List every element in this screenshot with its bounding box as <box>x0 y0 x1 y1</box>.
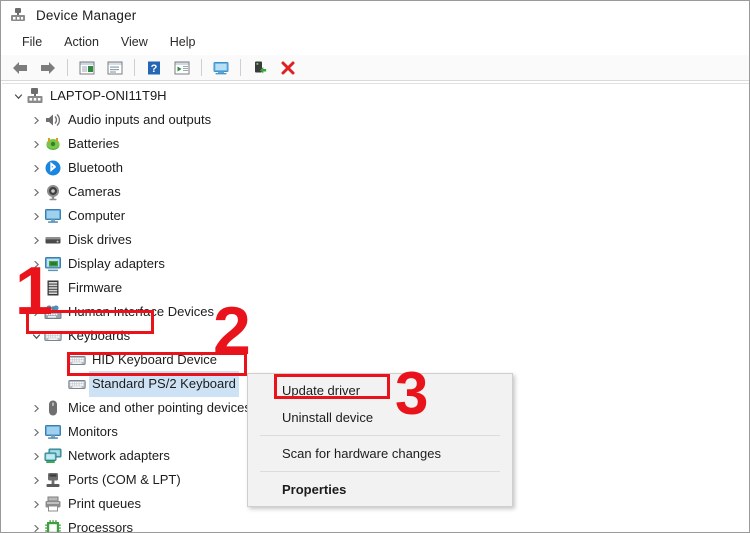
computer-root-icon <box>26 87 44 105</box>
properties-icon[interactable] <box>102 57 128 79</box>
back-arrow-icon[interactable] <box>7 57 33 79</box>
tree-item-label: Cameras <box>68 184 121 199</box>
camera-icon <box>44 183 62 201</box>
tree-item-bluetooth[interactable]: Bluetooth <box>2 156 749 180</box>
tree-item-keyboards[interactable]: Keyboards <box>2 324 749 348</box>
chevron-none <box>52 372 68 396</box>
speaker-icon <box>44 111 62 129</box>
chevron-right-icon[interactable] <box>28 180 44 204</box>
chevron-right-icon[interactable] <box>28 132 44 156</box>
network-icon <box>44 447 62 465</box>
tree-item-label: Keyboards <box>68 328 131 343</box>
tree-item-label: Audio inputs and outputs <box>68 112 212 127</box>
tree-item-cameras[interactable]: Cameras <box>2 180 749 204</box>
tree-item-label: Standard PS/2 Keyboard <box>89 371 239 397</box>
ctx-uninstall-device[interactable]: Uninstall device <box>248 404 512 431</box>
tree-item-label: LAPTOP-ONI11T9H <box>50 88 167 103</box>
bluetooth-icon <box>44 159 62 177</box>
printer-icon <box>44 495 62 513</box>
chevron-right-icon[interactable] <box>28 468 44 492</box>
menu-view[interactable]: View <box>110 33 159 51</box>
tree-item-label: HID Keyboard Device <box>92 352 217 367</box>
title-bar: Device Manager <box>1 1 749 29</box>
toolbar: ? <box>1 55 749 81</box>
mouse-icon <box>44 399 62 417</box>
tree-item-firmware[interactable]: Firmware <box>2 276 749 300</box>
svg-text:?: ? <box>151 63 158 75</box>
chevron-none <box>52 348 68 372</box>
window-title: Device Manager <box>36 7 137 23</box>
tree-item-label: Network adapters <box>68 448 170 463</box>
tree-item-label: Monitors <box>68 424 118 439</box>
ctx-properties[interactable]: Properties <box>248 476 512 503</box>
annotation-step-1: 1 <box>15 253 53 329</box>
enable-device-icon[interactable] <box>247 57 273 79</box>
menu-file[interactable]: File <box>11 33 53 51</box>
tree-item-batteries[interactable]: Batteries <box>2 132 749 156</box>
chevron-right-icon[interactable] <box>28 492 44 516</box>
tree-item-human-interface-devices[interactable]: Human Interface Devices <box>2 300 749 324</box>
annotation-step-2: 2 <box>213 293 251 369</box>
chevron-right-icon[interactable] <box>28 156 44 180</box>
keyboard-icon <box>44 327 62 345</box>
toolbar-separator <box>201 59 202 76</box>
chevron-right-icon[interactable] <box>28 516 44 532</box>
tree-item-label: Human Interface Devices <box>68 304 214 319</box>
ctx-scan-hardware-changes[interactable]: Scan for hardware changes <box>248 440 512 467</box>
tree-item-label: Disk drives <box>68 232 132 247</box>
context-menu-separator <box>260 435 500 436</box>
context-menu-separator <box>260 471 500 472</box>
scan-hardware-changes-icon[interactable] <box>208 57 234 79</box>
disk-drive-icon <box>44 231 62 249</box>
keyboard-device-icon <box>68 375 86 393</box>
toolbar-separator <box>67 59 68 76</box>
tree-item-label: Firmware <box>68 280 123 295</box>
menu-action[interactable]: Action <box>53 33 110 51</box>
port-icon <box>44 471 62 489</box>
context-menu[interactable]: Update driver Uninstall device Scan for … <box>247 373 513 507</box>
device-manager-window: Device Manager File Action View Help ? L… <box>0 0 750 533</box>
tree-item-label: Batteries <box>68 136 120 151</box>
tree-item-label: Print queues <box>68 496 141 511</box>
tree-item-audio-inputs-and-outputs[interactable]: Audio inputs and outputs <box>2 108 749 132</box>
tree-item-label: Ports (COM & LPT) <box>68 472 181 487</box>
ctx-update-driver[interactable]: Update driver <box>248 377 512 404</box>
tree-item-laptop-oni11t9h[interactable]: LAPTOP-ONI11T9H <box>2 84 749 108</box>
monitor-icon <box>44 423 62 441</box>
show-hide-console-tree-icon[interactable] <box>74 57 100 79</box>
tree-item-disk-drives[interactable]: Disk drives <box>2 228 749 252</box>
forward-arrow-icon[interactable] <box>35 57 61 79</box>
chevron-right-icon[interactable] <box>28 396 44 420</box>
battery-icon <box>44 135 62 153</box>
help-icon[interactable]: ? <box>141 57 167 79</box>
chevron-down-icon[interactable] <box>10 84 26 108</box>
chevron-right-icon[interactable] <box>28 228 44 252</box>
monitor-icon <box>44 207 62 225</box>
toolbar-separator <box>134 59 135 76</box>
chevron-right-icon[interactable] <box>28 444 44 468</box>
processor-icon <box>44 519 62 532</box>
tree-item-label: Mice and other pointing devices <box>68 400 251 415</box>
tree-item-label: Computer <box>68 208 126 223</box>
chevron-right-icon[interactable] <box>28 108 44 132</box>
update-driver-icon[interactable] <box>169 57 195 79</box>
tree-item-display-adapters[interactable]: Display adapters <box>2 252 749 276</box>
toolbar-separator <box>240 59 241 76</box>
tree-item-processors[interactable]: Processors <box>2 516 749 533</box>
keyboard-device-icon <box>68 351 86 369</box>
tree-item-label: Processors <box>68 520 134 533</box>
annotation-step-3: 3 <box>395 360 429 427</box>
menu-bar: File Action View Help <box>1 29 749 55</box>
menu-help[interactable]: Help <box>159 33 207 51</box>
uninstall-device-icon[interactable] <box>275 57 301 79</box>
tree-item-computer[interactable]: Computer <box>2 204 749 228</box>
chevron-right-icon[interactable] <box>28 420 44 444</box>
tree-item-label: Bluetooth <box>68 160 123 175</box>
tree-item-label: Display adapters <box>68 256 165 271</box>
chevron-right-icon[interactable] <box>28 204 44 228</box>
tree-item-hid-keyboard-device[interactable]: HID Keyboard Device <box>2 348 749 372</box>
device-manager-icon <box>10 7 26 23</box>
